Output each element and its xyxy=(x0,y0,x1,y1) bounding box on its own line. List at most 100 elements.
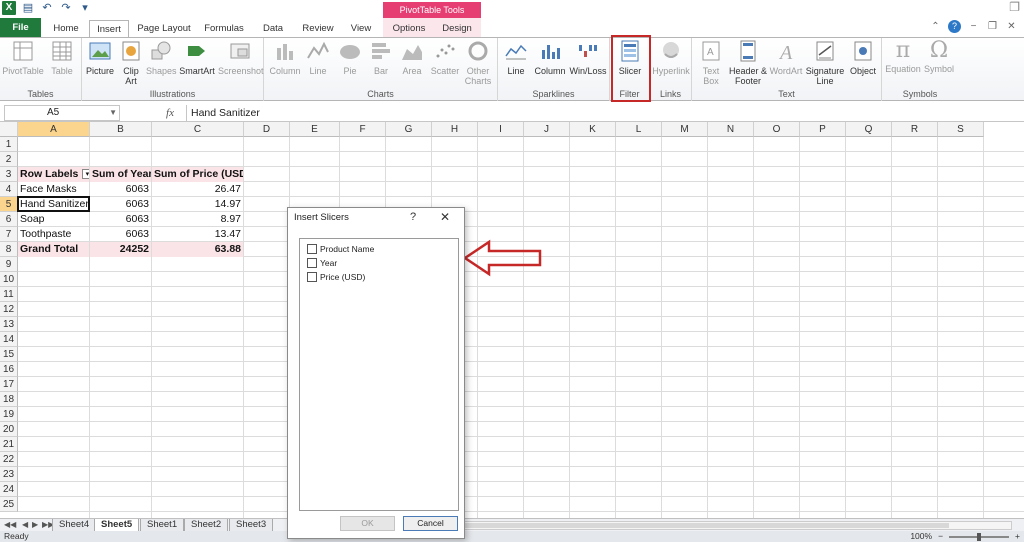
sheet-tab-sheet1[interactable]: Sheet1 xyxy=(140,519,185,531)
area-chart-button[interactable]: Area xyxy=(398,40,426,76)
pivot-row-label[interactable]: Face Masks xyxy=(18,182,89,197)
zoom-slider[interactable] xyxy=(949,532,1010,541)
undo-icon[interactable]: ↶ xyxy=(40,1,54,15)
zoom-in-icon[interactable]: + xyxy=(1015,531,1020,542)
row-header[interactable]: 5 xyxy=(0,197,18,212)
chevron-down-icon[interactable]: ▼ xyxy=(109,106,117,120)
tab-insert[interactable]: Insert xyxy=(89,20,129,37)
symbol-button[interactable]: Ω Symbol xyxy=(922,40,956,75)
pivot-header-sum-price[interactable]: Sum of Price (USD) xyxy=(152,167,243,182)
worksheet-grid[interactable]: A B C D E F G H I J K L M N O P Q R S 1 2 3 4 5 6 7 8 9 10 11 12 13 14 15… xyxy=(0,122,1024,518)
column-header[interactable]: J xyxy=(524,122,570,137)
text-box-button[interactable]: A Text Box xyxy=(696,40,726,86)
field-price[interactable]: Price (USD) xyxy=(307,271,365,283)
formula-input[interactable]: Hand Sanitizer xyxy=(186,105,1020,121)
column-header[interactable]: G xyxy=(386,122,432,137)
smartart-button[interactable]: SmartArt xyxy=(178,40,216,76)
field-product-name[interactable]: Product Name xyxy=(307,243,374,255)
row-header[interactable]: 9 xyxy=(0,257,18,272)
next-sheet-icon[interactable]: ▶ xyxy=(32,520,38,529)
fx-icon[interactable]: fx xyxy=(158,105,182,121)
row-header[interactable]: 18 xyxy=(0,392,18,407)
row-header[interactable]: 24 xyxy=(0,482,18,497)
sheet-tab-sheet5[interactable]: Sheet5 xyxy=(94,519,140,531)
signature-line-button[interactable]: Signature Line xyxy=(804,40,846,86)
tab-view[interactable]: View xyxy=(346,20,376,37)
help-icon[interactable]: ? xyxy=(410,211,416,223)
row-header[interactable]: 16 xyxy=(0,362,18,377)
column-header[interactable]: K xyxy=(570,122,616,137)
pie-chart-button[interactable]: Pie xyxy=(336,40,364,76)
first-sheet-icon[interactable]: ◀◀ xyxy=(4,520,16,529)
row-header[interactable]: 22 xyxy=(0,452,18,467)
column-header[interactable]: Q xyxy=(846,122,892,137)
column-header[interactable]: I xyxy=(478,122,524,137)
sheet-tab-sheet4[interactable]: Sheet4 xyxy=(52,519,97,531)
tab-formulas[interactable]: Formulas xyxy=(200,20,248,37)
window-minimize-icon[interactable]: − xyxy=(967,20,980,33)
header-footer-button[interactable]: Header & Footer xyxy=(728,40,768,86)
pivot-cell-price[interactable]: 26.47 xyxy=(152,182,243,197)
minimize-ribbon-icon[interactable]: ⌃ xyxy=(929,20,942,33)
tab-page-layout[interactable]: Page Layout xyxy=(134,20,194,37)
help-icon[interactable]: ? xyxy=(948,20,961,33)
column-header[interactable]: N xyxy=(708,122,754,137)
pivot-cell-price[interactable]: 8.97 xyxy=(152,212,243,227)
customize-qat-icon[interactable]: ▾ xyxy=(78,1,92,15)
sheet-tab-sheet2[interactable]: Sheet2 xyxy=(184,519,229,531)
column-chart-button[interactable]: Column xyxy=(268,40,302,76)
row-header[interactable]: 4 xyxy=(0,182,18,197)
column-header[interactable]: E xyxy=(290,122,340,137)
pivot-cell-year[interactable]: 6063 xyxy=(90,182,151,197)
column-header[interactable]: C xyxy=(152,122,244,137)
row-header[interactable]: 13 xyxy=(0,317,18,332)
tab-file[interactable]: File xyxy=(0,18,41,37)
grand-total-label[interactable]: Grand Total xyxy=(18,242,89,257)
row-header[interactable]: 23 xyxy=(0,467,18,482)
row-header[interactable]: 19 xyxy=(0,407,18,422)
sparkline-winloss-button[interactable]: Win/Loss xyxy=(568,40,608,76)
restore-window-icon[interactable]: ❐ xyxy=(1009,0,1020,14)
object-button[interactable]: Object xyxy=(846,40,880,76)
pivot-cell-price[interactable]: 14.97 xyxy=(152,197,243,212)
redo-icon[interactable]: ↷ xyxy=(59,1,73,15)
pivottable-button[interactable]: PivotTable xyxy=(2,40,44,76)
row-header[interactable]: 10 xyxy=(0,272,18,287)
filter-dropdown-icon[interactable]: ▾ xyxy=(82,169,89,180)
pivot-cell-price[interactable]: 13.47 xyxy=(152,227,243,242)
column-header[interactable]: R xyxy=(892,122,938,137)
zoom-level[interactable]: 100% xyxy=(910,531,932,542)
tab-design[interactable]: Design xyxy=(436,20,478,37)
wordart-button[interactable]: A WordArt xyxy=(768,40,804,76)
column-header[interactable]: A xyxy=(18,122,90,137)
row-header[interactable]: 14 xyxy=(0,332,18,347)
cancel-button[interactable]: Cancel xyxy=(403,516,458,531)
pivot-row-label[interactable]: Toothpaste xyxy=(18,227,89,242)
column-header[interactable]: P xyxy=(800,122,846,137)
excel-logo-icon[interactable]: X xyxy=(2,1,16,15)
sheet-tab-sheet3[interactable]: Sheet3 xyxy=(229,519,274,531)
row-header[interactable]: 15 xyxy=(0,347,18,362)
checkbox[interactable] xyxy=(307,272,317,282)
pivot-cell-year[interactable]: 6063 xyxy=(90,212,151,227)
column-header[interactable]: M xyxy=(662,122,708,137)
zoom-out-icon[interactable]: − xyxy=(938,531,943,542)
row-header[interactable]: 11 xyxy=(0,287,18,302)
line-chart-button[interactable]: Line xyxy=(304,40,332,76)
hyperlink-button[interactable]: Hyperlink xyxy=(652,40,690,76)
row-header[interactable]: 6 xyxy=(0,212,18,227)
tab-home[interactable]: Home xyxy=(46,20,86,37)
tab-data[interactable]: Data xyxy=(256,20,290,37)
save-icon[interactable]: ▤ xyxy=(21,1,35,15)
clip-art-button[interactable]: Clip Art xyxy=(118,40,144,86)
checkbox[interactable] xyxy=(307,244,317,254)
grand-total-year[interactable]: 24252 xyxy=(90,242,151,257)
grand-total-price[interactable]: 63.88 xyxy=(152,242,243,257)
screenshot-button[interactable]: Screenshot xyxy=(218,40,264,76)
row-header[interactable]: 12 xyxy=(0,302,18,317)
column-header[interactable]: B xyxy=(90,122,152,137)
row-header[interactable]: 1 xyxy=(0,137,18,152)
close-icon[interactable]: ✕ xyxy=(440,210,450,224)
prev-sheet-icon[interactable]: ◀ xyxy=(22,520,28,529)
row-header[interactable]: 21 xyxy=(0,437,18,452)
